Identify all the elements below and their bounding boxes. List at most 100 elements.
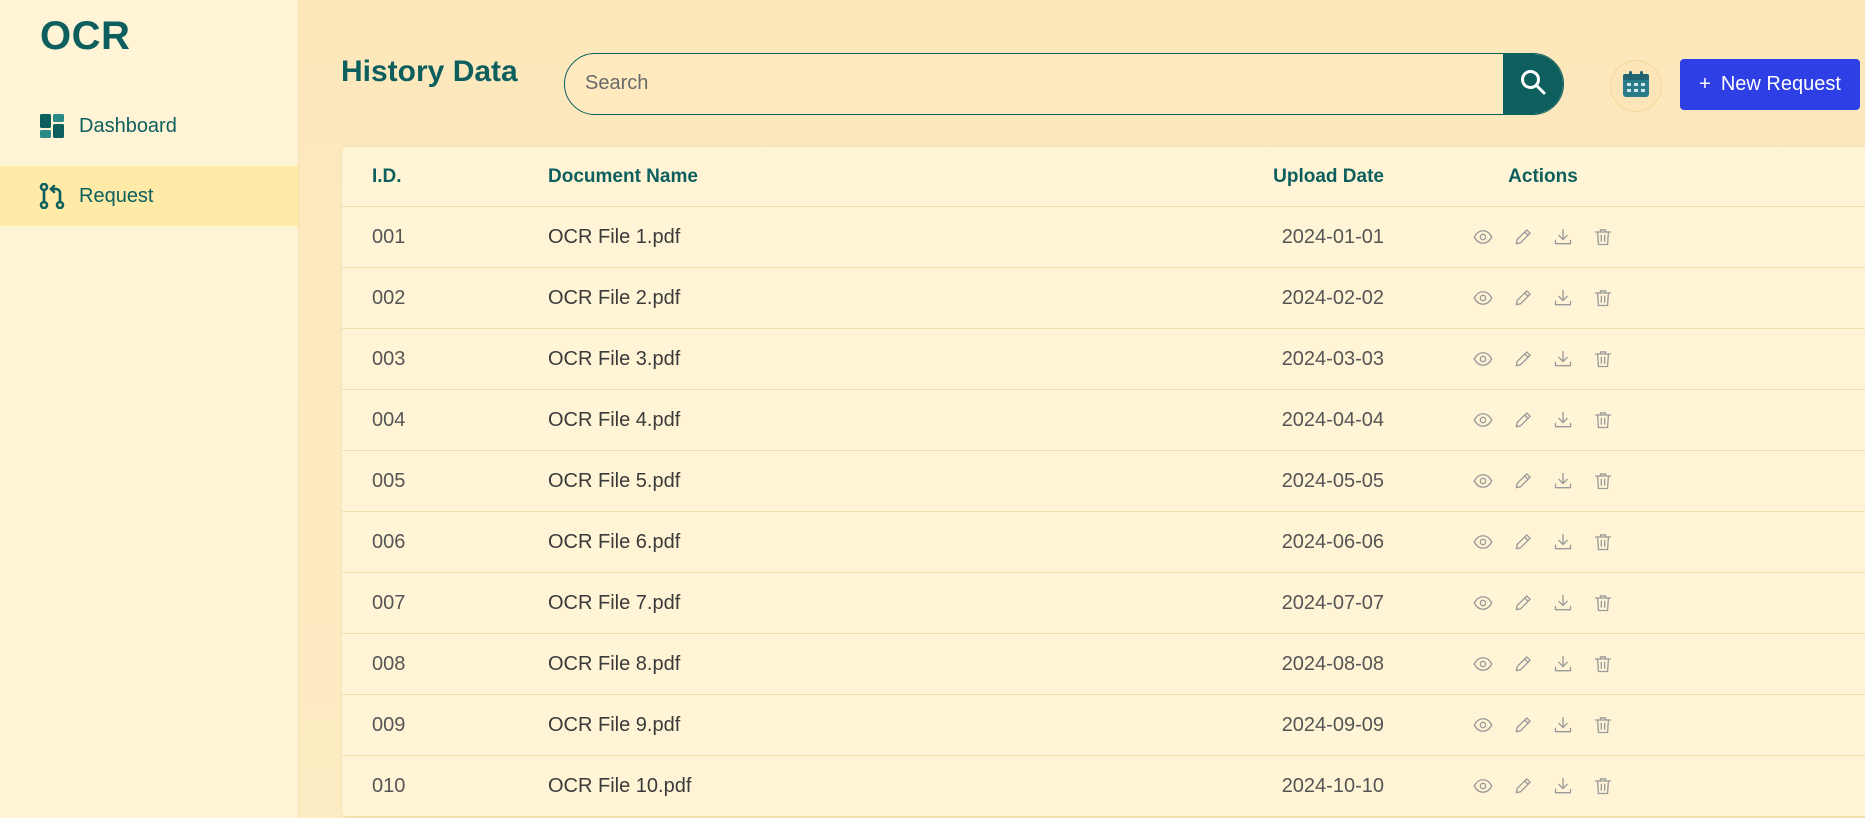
eye-icon[interactable] [1472, 775, 1494, 797]
search-bar [564, 53, 1564, 115]
download-icon[interactable] [1552, 287, 1574, 309]
cell-actions [1384, 470, 1702, 492]
cell-actions [1384, 531, 1702, 553]
eye-icon[interactable] [1472, 653, 1494, 675]
table-header-row: I.D. Document Name Upload Date Actions [342, 147, 1865, 207]
search-input[interactable] [565, 54, 1505, 113]
download-icon[interactable] [1552, 714, 1574, 736]
column-header-actions: Actions [1508, 165, 1578, 187]
pencil-icon[interactable] [1512, 287, 1534, 309]
eye-icon[interactable] [1472, 287, 1494, 309]
trash-icon[interactable] [1592, 592, 1614, 614]
sidebar-item-label: Request [79, 184, 154, 207]
history-table: I.D. Document Name Upload Date Actions 0… [341, 146, 1865, 818]
trash-icon[interactable] [1592, 287, 1614, 309]
download-icon[interactable] [1552, 470, 1574, 492]
cell-document-name: OCR File 5.pdf [548, 469, 681, 492]
table-row: 007 OCR File 7.pdf 2024-07-07 [342, 573, 1865, 634]
table-row: 008 OCR File 8.pdf 2024-08-08 [342, 634, 1865, 695]
sidebar-item-request[interactable]: Request [0, 166, 298, 226]
cell-id: 003 [372, 347, 406, 370]
trash-icon[interactable] [1592, 531, 1614, 553]
cell-id: 010 [372, 774, 406, 797]
cell-actions [1384, 592, 1702, 614]
cell-upload-date: 2024-02-02 [1281, 286, 1384, 309]
cell-id: 004 [372, 408, 406, 431]
trash-icon[interactable] [1592, 775, 1614, 797]
eye-icon[interactable] [1472, 592, 1494, 614]
cell-id: 006 [372, 530, 406, 553]
cell-document-name: OCR File 8.pdf [548, 652, 681, 675]
download-icon[interactable] [1552, 409, 1574, 431]
cell-actions [1384, 409, 1702, 431]
download-icon[interactable] [1552, 653, 1574, 675]
pencil-icon[interactable] [1512, 348, 1534, 370]
cell-id: 002 [372, 286, 406, 309]
dashboard-icon [39, 113, 65, 139]
eye-icon[interactable] [1472, 226, 1494, 248]
calendar-button[interactable] [1610, 60, 1662, 112]
cell-upload-date: 2024-07-07 [1281, 591, 1384, 614]
trash-icon[interactable] [1592, 348, 1614, 370]
download-icon[interactable] [1552, 592, 1574, 614]
cell-id: 005 [372, 469, 406, 492]
trash-icon[interactable] [1592, 714, 1614, 736]
pencil-icon[interactable] [1512, 226, 1534, 248]
trash-icon[interactable] [1592, 470, 1614, 492]
pencil-icon[interactable] [1512, 775, 1534, 797]
cell-upload-date: 2024-08-08 [1281, 652, 1384, 675]
cell-document-name: OCR File 6.pdf [548, 530, 681, 553]
table-row: 009 OCR File 9.pdf 2024-09-09 [342, 695, 1865, 756]
sidebar: OCR Dashboard Request [0, 0, 299, 818]
new-request-button[interactable]: + New Request [1680, 59, 1860, 110]
app-logo: OCR [40, 14, 131, 58]
download-icon[interactable] [1552, 531, 1574, 553]
eye-icon[interactable] [1472, 531, 1494, 553]
cell-id: 001 [372, 225, 406, 248]
column-header-upload-date[interactable]: Upload Date [1098, 166, 1384, 188]
trash-icon[interactable] [1592, 653, 1614, 675]
cell-upload-date: 2024-05-05 [1281, 469, 1384, 492]
column-header-document-name[interactable]: Document Name [548, 166, 1098, 188]
pencil-icon[interactable] [1512, 653, 1534, 675]
cell-upload-date: 2024-10-10 [1281, 774, 1384, 797]
git-pull-request-icon [39, 183, 65, 209]
pencil-icon[interactable] [1512, 592, 1534, 614]
main-content: History Data Search + New Request I.D. D… [299, 0, 1865, 818]
cell-upload-date: 2024-01-01 [1281, 225, 1384, 248]
download-icon[interactable] [1552, 775, 1574, 797]
table-row: 006 OCR File 6.pdf 2024-06-06 [342, 512, 1865, 573]
cell-id: 007 [372, 591, 406, 614]
new-request-label: New Request [1720, 73, 1841, 95]
page-title: History Data [341, 55, 518, 88]
cell-document-name: OCR File 7.pdf [548, 591, 681, 614]
cell-actions [1384, 714, 1702, 736]
trash-icon[interactable] [1592, 409, 1614, 431]
trash-icon[interactable] [1592, 226, 1614, 248]
eye-icon[interactable] [1472, 470, 1494, 492]
pencil-icon[interactable] [1512, 531, 1534, 553]
table-row: 001 OCR File 1.pdf 2024-01-01 [342, 207, 1865, 268]
calendar-icon [1621, 69, 1651, 104]
column-header-id[interactable]: I.D. [342, 166, 548, 188]
eye-icon[interactable] [1472, 714, 1494, 736]
cell-upload-date: 2024-06-06 [1281, 530, 1384, 553]
cell-upload-date: 2024-04-04 [1281, 408, 1384, 431]
cell-document-name: OCR File 3.pdf [548, 347, 681, 370]
eye-icon[interactable] [1472, 409, 1494, 431]
download-icon[interactable] [1552, 226, 1574, 248]
cell-actions [1384, 775, 1702, 797]
cell-document-name: OCR File 2.pdf [548, 286, 681, 309]
pencil-icon[interactable] [1512, 714, 1534, 736]
cell-actions [1384, 226, 1702, 248]
pencil-icon[interactable] [1512, 470, 1534, 492]
pencil-icon[interactable] [1512, 409, 1534, 431]
sidebar-item-dashboard[interactable]: Dashboard [0, 96, 298, 156]
search-icon [1519, 68, 1547, 101]
search-button[interactable] [1503, 54, 1563, 114]
cell-upload-date: 2024-09-09 [1281, 713, 1384, 736]
download-icon[interactable] [1552, 348, 1574, 370]
cell-document-name: OCR File 4.pdf [548, 408, 681, 431]
eye-icon[interactable] [1472, 348, 1494, 370]
table-row: 004 OCR File 4.pdf 2024-04-04 [342, 390, 1865, 451]
